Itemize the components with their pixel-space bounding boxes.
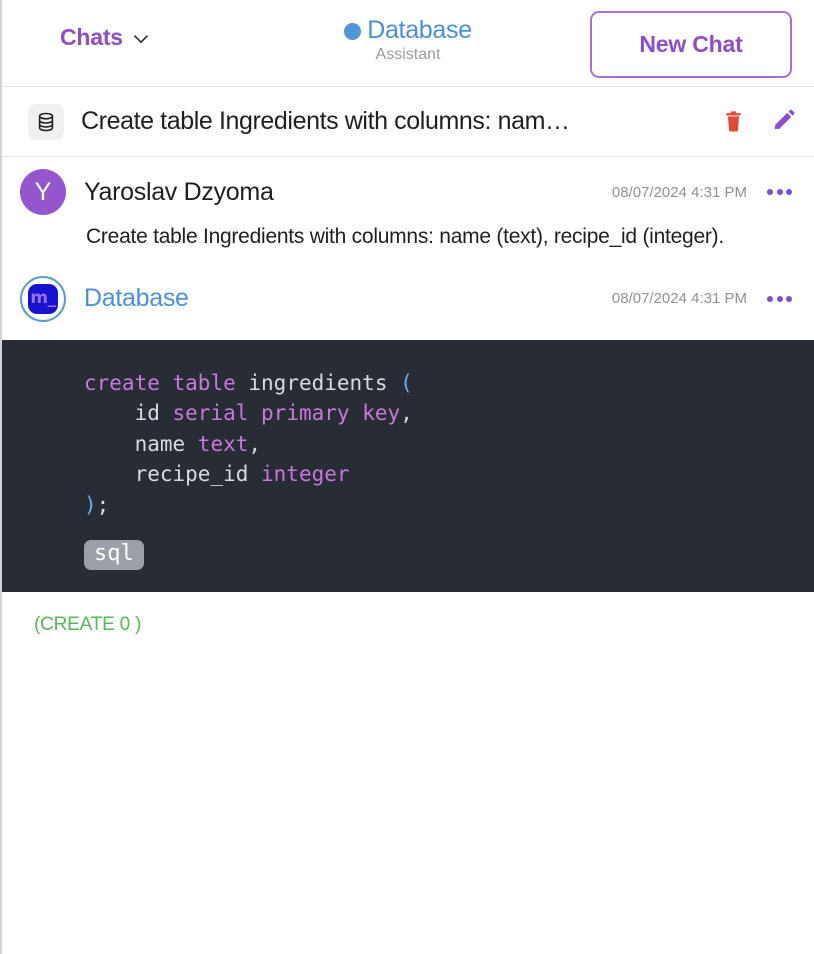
pencil-icon <box>771 109 796 137</box>
chats-dropdown-label: Chats <box>60 24 123 50</box>
chats-dropdown[interactable]: Chats <box>60 24 148 51</box>
chat-title-actions <box>722 109 796 134</box>
status-dot-online-icon <box>344 23 362 40</box>
trash-icon <box>722 111 745 136</box>
message-timestamp: 08/07/2024 4:31 PM <box>611 290 747 308</box>
message-header: Y Yaroslav Dzyoma 08/07/2024 4:31 PM <box>2 157 814 219</box>
message-author: Database <box>84 284 189 313</box>
more-options-icon[interactable] <box>767 294 792 304</box>
more-options-icon[interactable] <box>767 187 792 197</box>
delete-chat-button[interactable] <box>722 110 745 133</box>
chevron-down-icon <box>134 35 148 44</box>
assistant-logo: m_ <box>28 283 58 314</box>
new-chat-button[interactable]: New Chat <box>590 11 792 78</box>
code-language-badge: sql <box>84 540 144 571</box>
avatar: m_ <box>20 275 66 322</box>
message-timestamp: 08/07/2024 4:31 PM <box>611 183 747 201</box>
database-icon <box>28 103 64 140</box>
chat-titlebar: Create table Ingredients with columns: n… <box>2 87 814 157</box>
chat-app-window: Chats Database Assistant New Chat Create… <box>0 0 814 954</box>
chat-title: Create table Ingredients with columns: n… <box>81 107 570 135</box>
message-meta: 08/07/2024 4:31 PM <box>612 184 792 201</box>
message-assistant: m_ Database 08/07/2024 4:31 PM create ta… <box>2 264 814 636</box>
message-author: Yaroslav Dzyoma <box>84 177 274 206</box>
message-user: Y Yaroslav Dzyoma 08/07/2024 4:31 PM Cre… <box>2 157 814 264</box>
message-list: Y Yaroslav Dzyoma 08/07/2024 4:31 PM Cre… <box>2 157 814 636</box>
message-meta: 08/07/2024 4:31 PM <box>612 290 792 307</box>
assistant-name: Database <box>367 16 472 44</box>
message-header: m_ Database 08/07/2024 4:31 PM <box>2 264 814 326</box>
code-block: create table ingredients ( id serial pri… <box>2 339 814 593</box>
message-text: Create table Ingredients with columns: n… <box>86 225 724 248</box>
avatar: Y <box>20 169 66 215</box>
code-content[interactable]: create table ingredients ( id serial pri… <box>2 368 814 520</box>
edit-chat-button[interactable] <box>771 109 796 134</box>
code-result-text: (CREATE 0 ) <box>34 614 142 636</box>
app-header: Chats Database Assistant New Chat <box>2 0 814 87</box>
